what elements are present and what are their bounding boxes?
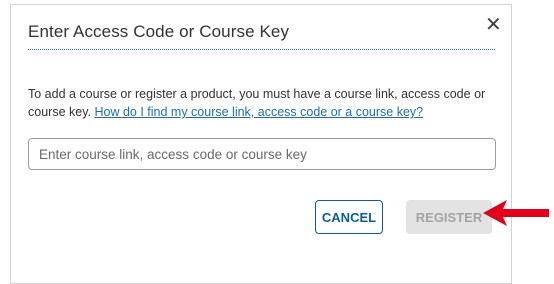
access-code-dialog: Enter Access Code or Course Key ✕ To add… [10, 4, 512, 284]
cancel-button[interactable]: CANCEL [315, 200, 383, 234]
dialog-description: To add a course or register a product, y… [28, 85, 506, 121]
close-icon[interactable]: ✕ [485, 15, 502, 35]
title-divider [28, 49, 495, 50]
register-button[interactable]: REGISTER [406, 200, 492, 234]
red-arrow-icon [483, 200, 549, 226]
course-code-input[interactable] [28, 138, 496, 170]
help-link[interactable]: How do I find my course link, access cod… [94, 105, 423, 119]
dialog-title: Enter Access Code or Course Key [28, 22, 290, 41]
